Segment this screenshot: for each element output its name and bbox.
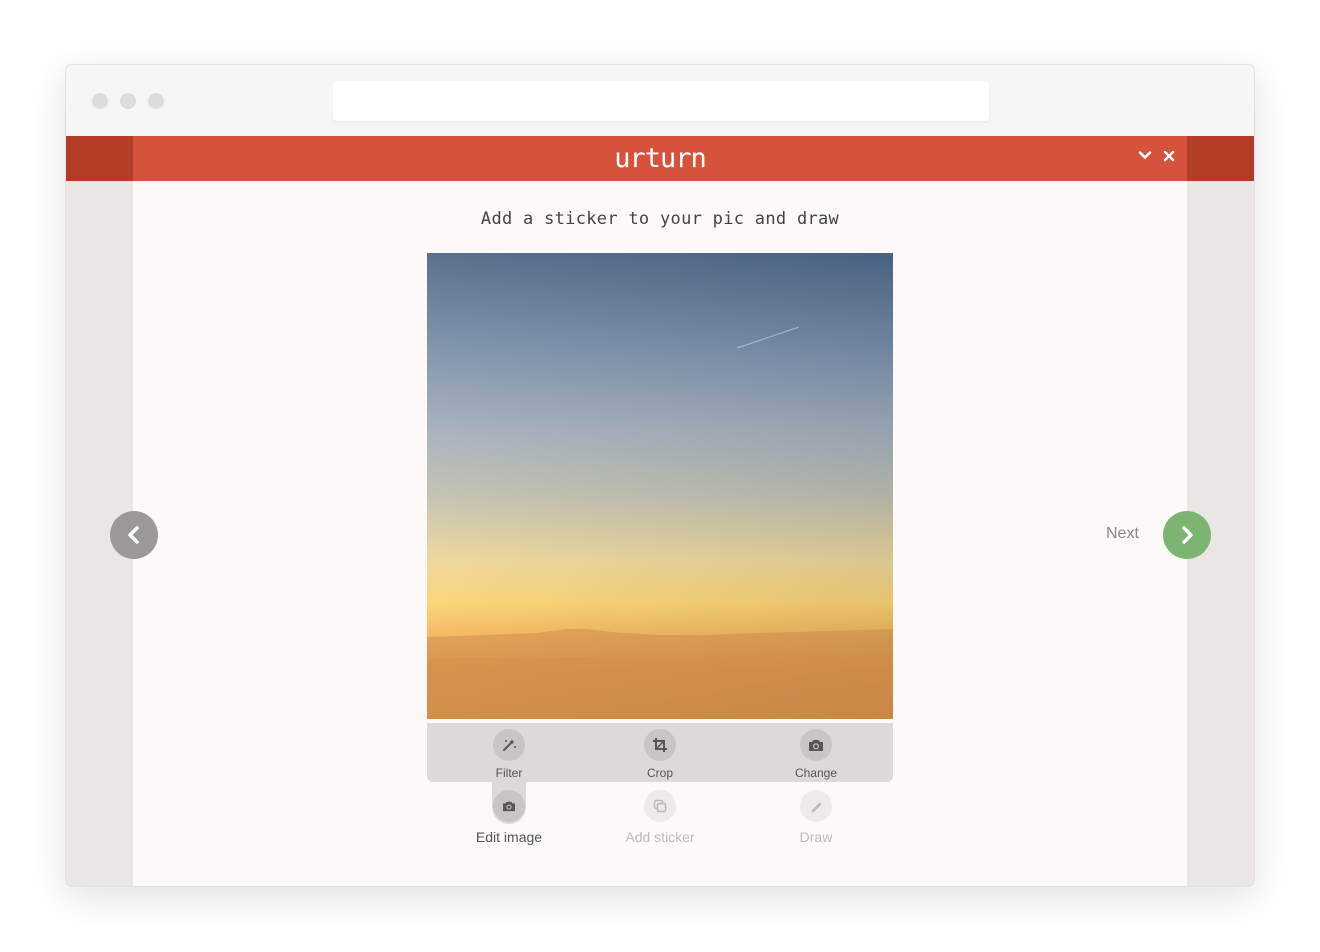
- step-add-sticker[interactable]: Add sticker: [600, 790, 720, 845]
- browser-window: urturn Add a sticker to your pic and dra…: [65, 64, 1255, 887]
- header-bar: urturn: [133, 136, 1187, 181]
- next-button[interactable]: [1163, 511, 1211, 559]
- step-draw[interactable]: Draw: [756, 790, 876, 845]
- window-minimize-dot[interactable]: [120, 93, 136, 109]
- change-button[interactable]: Change: [776, 729, 856, 780]
- window-close-dot[interactable]: [92, 93, 108, 109]
- crop-button[interactable]: Crop: [620, 729, 700, 780]
- next-label[interactable]: Next: [1106, 525, 1139, 543]
- crop-label: Crop: [646, 766, 673, 780]
- page-subtitle: Add a sticker to your pic and draw: [480, 209, 840, 229]
- step-label: Edit image: [475, 829, 543, 845]
- chevron-down-icon[interactable]: [1135, 147, 1155, 169]
- step-label: Add sticker: [625, 829, 695, 845]
- magic-wand-icon: [493, 729, 525, 761]
- camera-icon: [800, 729, 832, 761]
- camera-icon: [493, 790, 525, 822]
- editor-content: Add a sticker to your pic and draw Filte…: [133, 181, 1187, 886]
- sticker-icon: [644, 790, 676, 822]
- previous-button[interactable]: [110, 511, 158, 559]
- address-bar[interactable]: [333, 81, 989, 121]
- step-label: Draw: [799, 829, 833, 845]
- photo-preview[interactable]: [427, 253, 893, 719]
- chevron-right-icon: [1182, 526, 1193, 544]
- pencil-icon: [800, 790, 832, 822]
- chevron-left-icon: [128, 526, 139, 544]
- app-frame: urturn Add a sticker to your pic and dra…: [66, 136, 1254, 886]
- filter-label: Filter: [495, 766, 523, 780]
- close-icon[interactable]: [1159, 147, 1179, 169]
- urturn-logo: urturn: [614, 143, 707, 174]
- crop-icon: [644, 729, 676, 761]
- app-header: urturn: [66, 136, 1254, 181]
- filter-button[interactable]: Filter: [469, 729, 549, 780]
- window-zoom-dot[interactable]: [148, 93, 164, 109]
- step-edit-image[interactable]: Edit image: [449, 790, 569, 845]
- change-label: Change: [794, 766, 838, 780]
